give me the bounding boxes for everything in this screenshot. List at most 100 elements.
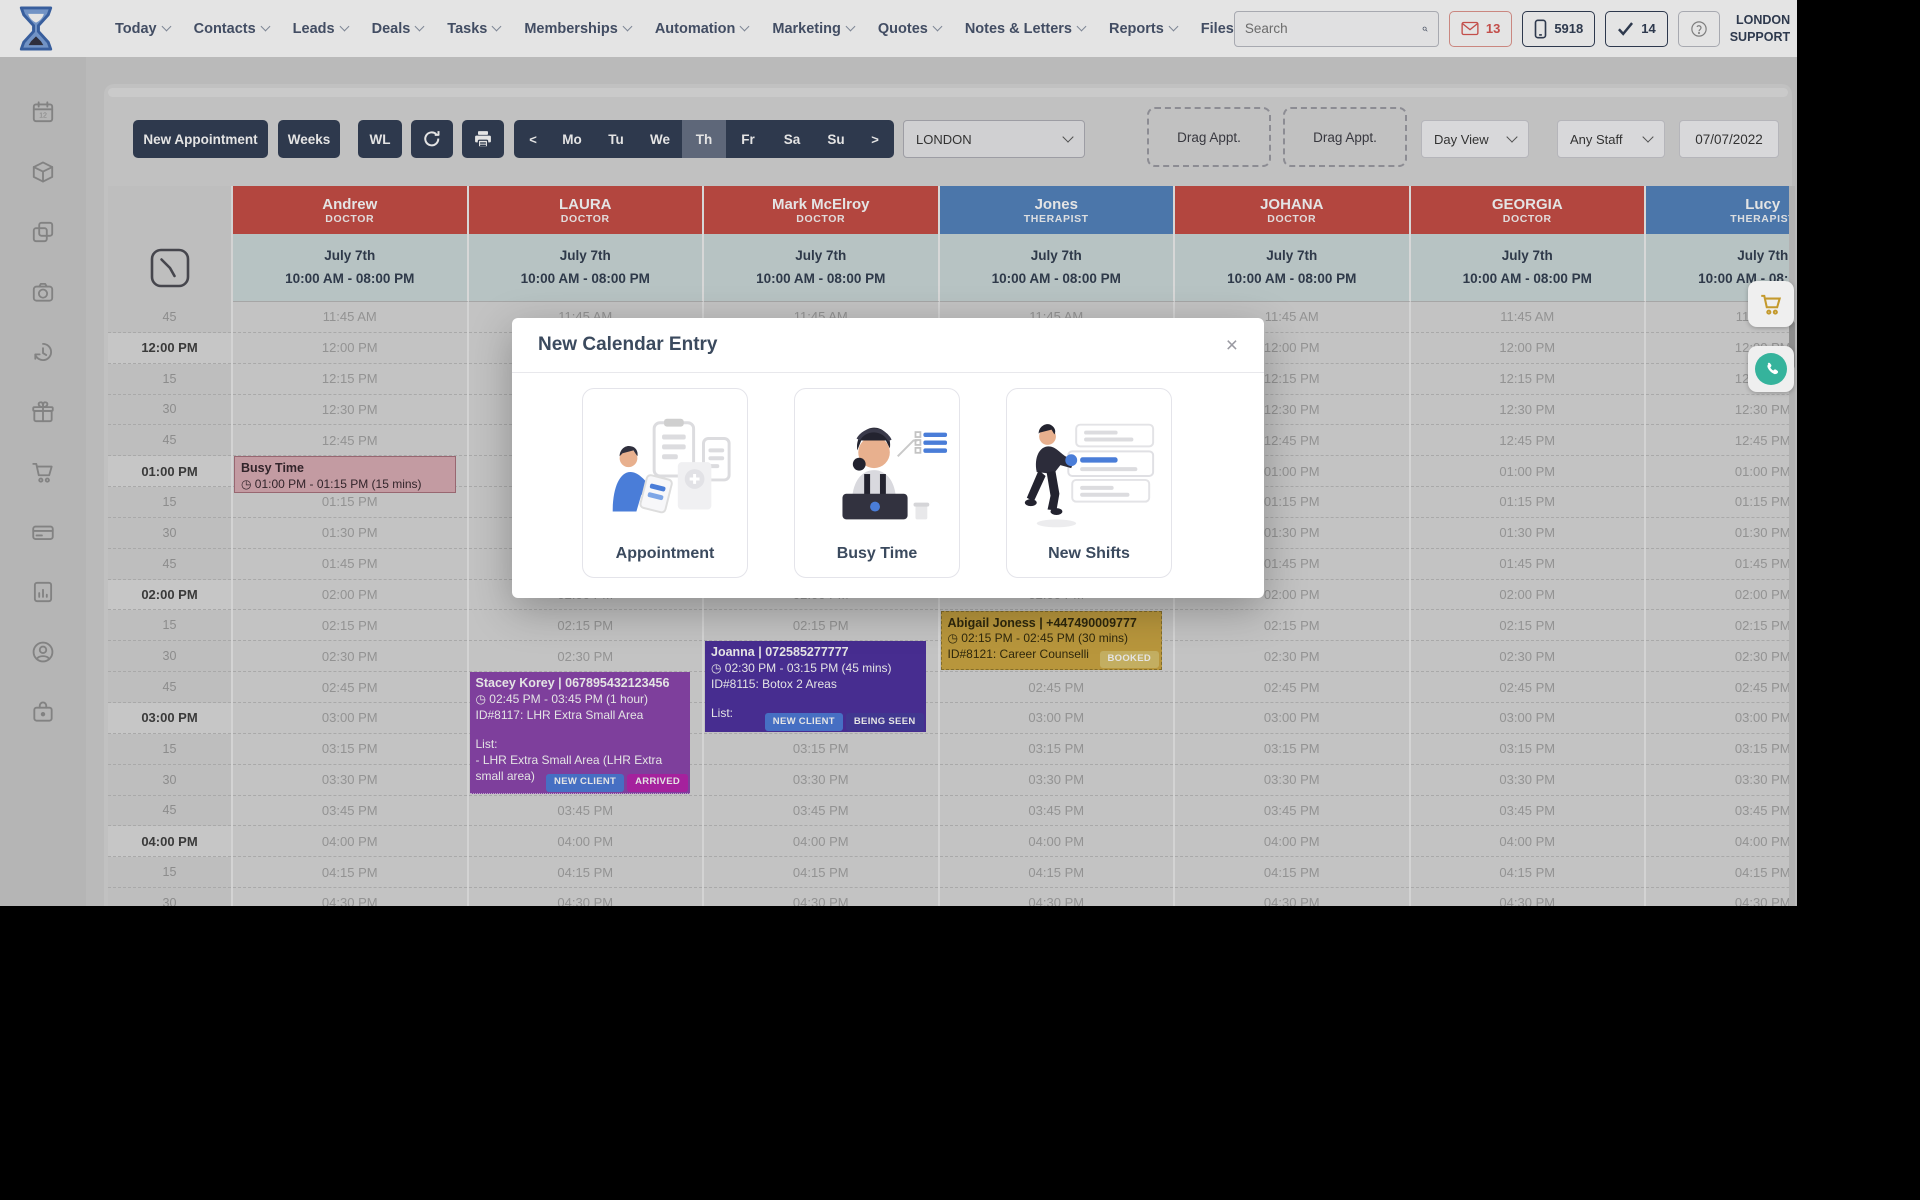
time-slot[interactable]: 03:30 PM bbox=[1175, 765, 1409, 796]
time-slot[interactable]: 11:45 AM bbox=[1411, 302, 1645, 333]
time-slot[interactable]: 02:15 PM bbox=[1646, 610, 1792, 641]
day-button-th[interactable]: Th bbox=[682, 120, 726, 158]
time-slot[interactable]: 03:30 PM bbox=[1411, 765, 1645, 796]
sidebar-item-gift[interactable] bbox=[30, 399, 56, 425]
day-button-we[interactable]: We bbox=[638, 120, 682, 158]
time-slot[interactable]: 02:45 PM bbox=[233, 672, 467, 703]
time-slot[interactable]: 03:00 PM bbox=[1411, 703, 1645, 734]
time-slot[interactable]: 04:30 PM bbox=[704, 888, 938, 906]
time-slot[interactable]: 12:45 PM bbox=[233, 425, 467, 456]
nav-item-memberships[interactable]: Memberships bbox=[524, 21, 630, 37]
time-slot[interactable]: 04:15 PM bbox=[469, 857, 703, 888]
time-slot[interactable]: 04:30 PM bbox=[1411, 888, 1645, 906]
wl-button[interactable]: WL bbox=[358, 120, 402, 158]
time-slot[interactable]: 03:15 PM bbox=[1175, 734, 1409, 765]
time-slot[interactable]: 04:15 PM bbox=[1411, 857, 1645, 888]
sidebar-item-account[interactable] bbox=[30, 639, 56, 665]
time-slot[interactable]: 02:30 PM bbox=[469, 641, 703, 672]
new-appointment-button[interactable]: New Appointment bbox=[133, 120, 268, 158]
refresh-button[interactable] bbox=[411, 120, 453, 158]
time-slot[interactable]: 12:00 PM bbox=[1411, 333, 1645, 364]
drag-appointment-slot-2[interactable]: Drag Appt. bbox=[1283, 107, 1407, 167]
time-slot[interactable]: 04:15 PM bbox=[940, 857, 1174, 888]
time-slot[interactable]: 03:45 PM bbox=[1646, 796, 1792, 827]
sidebar-item-cart[interactable] bbox=[30, 459, 56, 485]
sidebar-item-case[interactable] bbox=[30, 699, 56, 725]
tasks-done-button[interactable]: 14 bbox=[1605, 11, 1667, 47]
time-slot[interactable]: 01:15 PM bbox=[1646, 487, 1792, 518]
time-slot[interactable]: 01:00 PM bbox=[1411, 456, 1645, 487]
time-slot[interactable]: 01:30 PM bbox=[1411, 518, 1645, 549]
time-slot[interactable]: 03:00 PM bbox=[1646, 703, 1792, 734]
phone-calls-button[interactable]: 5918 bbox=[1522, 11, 1595, 47]
view-select[interactable]: Day View bbox=[1421, 120, 1529, 158]
event-joanna[interactable]: Joanna | 072585277777◷ 02:30 PM - 03:15 … bbox=[705, 641, 926, 732]
time-slot[interactable]: 12:00 PM bbox=[233, 333, 467, 364]
staff-header-georgia[interactable]: GEORGIADOCTOR bbox=[1411, 186, 1647, 234]
time-slot[interactable]: 03:15 PM bbox=[704, 734, 938, 765]
time-slot[interactable]: 02:45 PM bbox=[1411, 672, 1645, 703]
sidebar-item-copies[interactable] bbox=[30, 219, 56, 245]
search-input[interactable] bbox=[1245, 21, 1422, 36]
nav-item-reports[interactable]: Reports bbox=[1109, 21, 1177, 37]
day-button-mo[interactable]: Mo bbox=[550, 120, 594, 158]
weeks-button[interactable]: Weeks bbox=[278, 120, 340, 158]
time-slot[interactable]: 01:45 PM bbox=[1646, 549, 1792, 580]
time-slot[interactable]: 02:15 PM bbox=[469, 610, 703, 641]
staff-header-andrew[interactable]: AndrewDOCTOR bbox=[233, 186, 469, 234]
time-slot[interactable]: 12:30 PM bbox=[1646, 395, 1792, 426]
time-slot[interactable]: 03:45 PM bbox=[1411, 796, 1645, 827]
time-slot[interactable]: 03:00 PM bbox=[233, 703, 467, 734]
time-slot[interactable]: 04:15 PM bbox=[233, 857, 467, 888]
sidebar-item-calendar[interactable]: 12 bbox=[30, 99, 56, 125]
drag-appointment-slot-1[interactable]: Drag Appt. bbox=[1147, 107, 1271, 167]
time-slot[interactable]: 04:00 PM bbox=[233, 826, 467, 857]
event-busy-time[interactable]: Busy Time◷ 01:00 PM - 01:15 PM (15 mins) bbox=[234, 456, 456, 493]
time-slot[interactable]: 02:00 PM bbox=[1646, 580, 1792, 611]
time-slot[interactable]: 01:30 PM bbox=[233, 518, 467, 549]
time-slot[interactable]: 04:15 PM bbox=[1175, 857, 1409, 888]
print-button[interactable] bbox=[462, 120, 504, 158]
time-slot[interactable]: 01:45 PM bbox=[233, 549, 467, 580]
time-slot[interactable]: 12:15 PM bbox=[233, 364, 467, 395]
time-slot[interactable]: 02:15 PM bbox=[1411, 610, 1645, 641]
sidebar-item-history[interactable] bbox=[30, 339, 56, 365]
time-slot[interactable]: 03:15 PM bbox=[1411, 734, 1645, 765]
day-button-su[interactable]: Su bbox=[814, 120, 858, 158]
time-slot[interactable]: 04:00 PM bbox=[704, 826, 938, 857]
staff-filter-select[interactable]: Any Staff bbox=[1557, 120, 1665, 158]
sidebar-item-camera[interactable] bbox=[30, 279, 56, 305]
time-slot[interactable]: 04:00 PM bbox=[1411, 826, 1645, 857]
time-slot[interactable]: 04:00 PM bbox=[1646, 826, 1792, 857]
staff-header-mark-mcelroy[interactable]: Mark McElroyDOCTOR bbox=[704, 186, 940, 234]
time-slot[interactable]: 02:30 PM bbox=[1646, 641, 1792, 672]
floating-cart-button[interactable] bbox=[1748, 281, 1794, 327]
option-card-busy-time[interactable]: Busy Time bbox=[794, 388, 960, 578]
time-slot[interactable]: 03:45 PM bbox=[469, 796, 703, 827]
event-abigail-joness[interactable]: Abigail Joness | +447490009777◷ 02:15 PM… bbox=[941, 611, 1163, 671]
nav-item-quotes[interactable]: Quotes bbox=[878, 21, 941, 37]
nav-item-tasks[interactable]: Tasks bbox=[447, 21, 500, 37]
help-button[interactable] bbox=[1678, 11, 1720, 47]
time-slot[interactable]: 11:45 AM bbox=[233, 302, 467, 333]
next-day-button[interactable]: > bbox=[858, 120, 892, 158]
event-stacey-korey[interactable]: Stacey Korey | 067895432123456◷ 02:45 PM… bbox=[470, 672, 691, 793]
time-slot[interactable]: 01:00 PM bbox=[1646, 456, 1792, 487]
time-slot[interactable]: 03:00 PM bbox=[1175, 703, 1409, 734]
time-slot[interactable]: 03:00 PM bbox=[940, 703, 1174, 734]
nav-item-automation[interactable]: Automation bbox=[655, 21, 749, 37]
time-slot[interactable]: 04:00 PM bbox=[469, 826, 703, 857]
time-slot[interactable]: 12:45 PM bbox=[1646, 425, 1792, 456]
time-slot[interactable]: 02:30 PM bbox=[233, 641, 467, 672]
search-icon[interactable] bbox=[1422, 20, 1428, 38]
time-slot[interactable]: 01:45 PM bbox=[1411, 549, 1645, 580]
time-slot[interactable]: 02:15 PM bbox=[704, 610, 938, 641]
time-slot[interactable]: 03:15 PM bbox=[1646, 734, 1792, 765]
location-select[interactable]: LONDON bbox=[903, 120, 1085, 158]
prev-day-button[interactable]: < bbox=[516, 120, 550, 158]
staff-header-lucy[interactable]: LucyTHERAPIST bbox=[1646, 186, 1792, 234]
time-slot[interactable]: 02:15 PM bbox=[1175, 610, 1409, 641]
time-slot[interactable]: 04:30 PM bbox=[940, 888, 1174, 906]
nav-item-deals[interactable]: Deals bbox=[372, 21, 424, 37]
time-slot[interactable]: 02:15 PM bbox=[233, 610, 467, 641]
